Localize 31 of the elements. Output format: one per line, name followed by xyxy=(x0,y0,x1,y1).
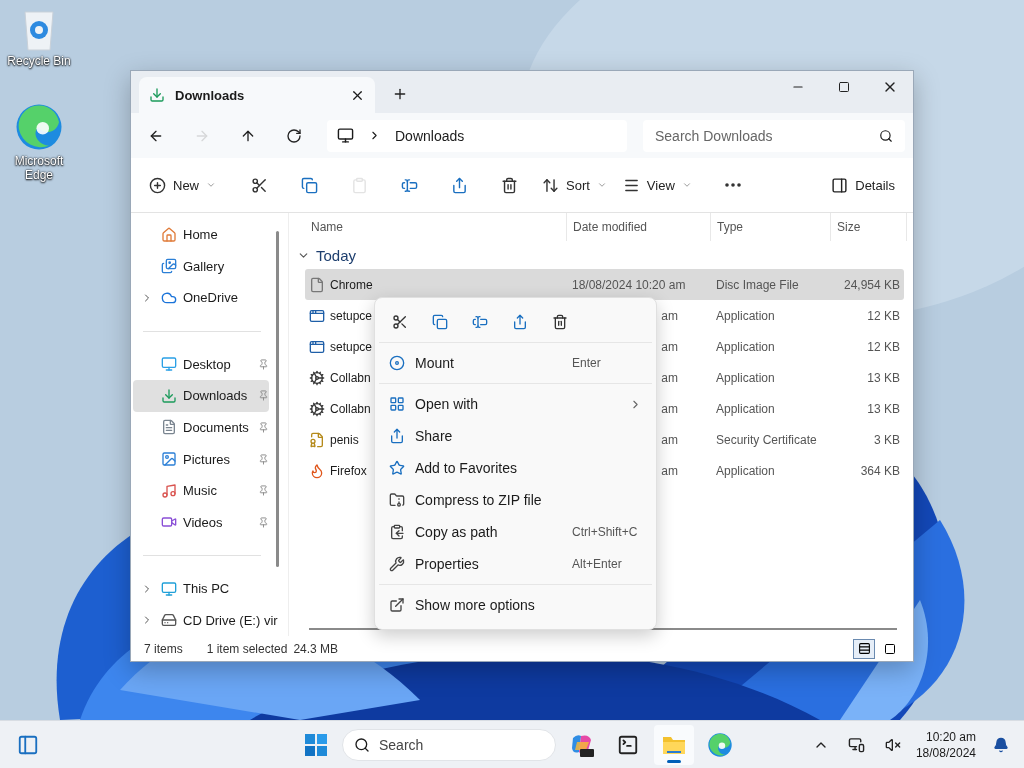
date-cell: am xyxy=(661,339,678,354)
file-name: penis xyxy=(330,432,359,447)
type-cell-text: Disc Image File xyxy=(715,277,800,292)
date-cell: am xyxy=(661,432,678,447)
date-cell: am xyxy=(661,463,678,478)
size-cell-text: 12 KB xyxy=(866,308,901,323)
date-cell: am xyxy=(661,308,678,323)
size-cell-text: 24,954 KB xyxy=(842,277,901,292)
type-cell-text: Application xyxy=(715,463,776,478)
date-cell: 18/08/2024 10:20 am xyxy=(572,277,686,292)
file-name: setupce xyxy=(330,339,373,354)
file-name: Firefox xyxy=(330,463,367,478)
date-cell: am xyxy=(661,370,678,385)
size-cell-text: 364 KB xyxy=(859,463,901,478)
selection-size: 24.3 MB xyxy=(293,641,339,656)
file-name: Collabn xyxy=(330,370,371,385)
file-name: Collabn xyxy=(330,401,371,416)
type-cell-text: Application xyxy=(715,370,776,385)
type-cell-text: Application xyxy=(715,339,776,354)
type-cell-text: Security Certificate xyxy=(715,432,818,447)
type-cell-text: Application xyxy=(715,401,776,416)
size-cell-text: 13 KB xyxy=(866,370,901,385)
size-cell-text: 3 KB xyxy=(873,432,901,447)
file-name: Chrome xyxy=(330,277,373,292)
file-name: setupce xyxy=(330,308,373,323)
type-cell-text: Application xyxy=(715,308,776,323)
item-count: 7 items xyxy=(144,641,183,656)
size-cell-text: 12 KB xyxy=(866,339,901,354)
date-cell: am xyxy=(661,401,678,416)
selection-info: 1 item selected xyxy=(206,641,288,656)
size-cell-text: 13 KB xyxy=(866,401,901,416)
